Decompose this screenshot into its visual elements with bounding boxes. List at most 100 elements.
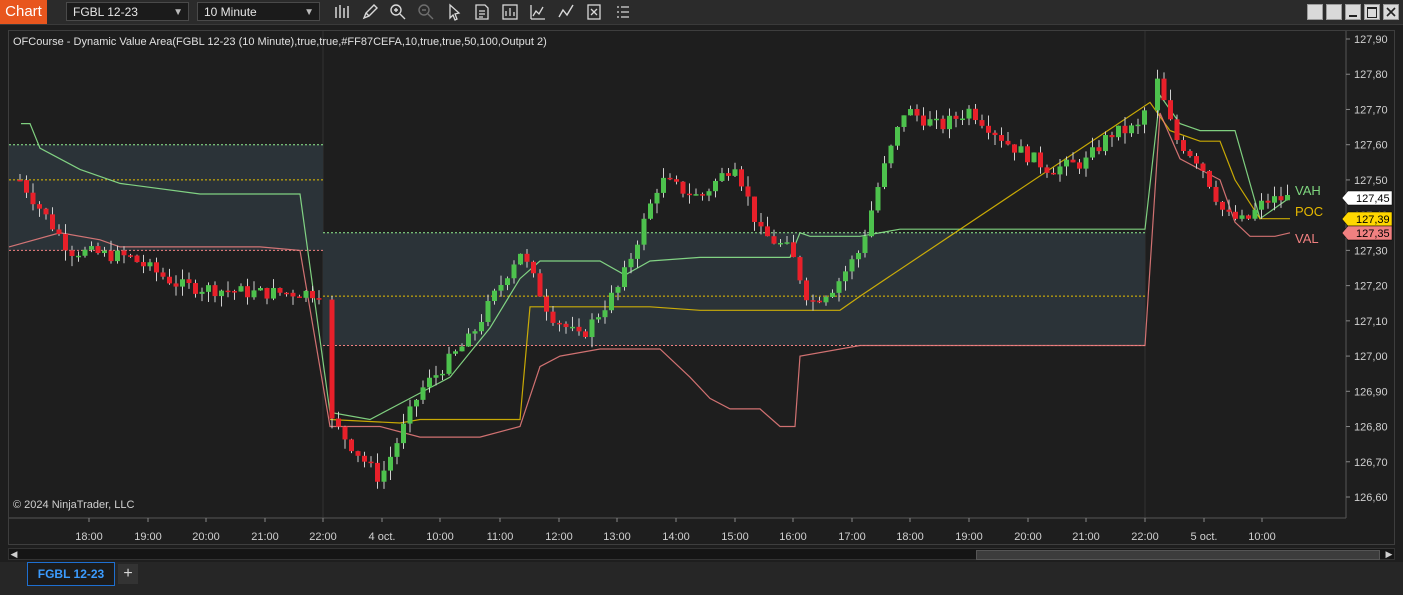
candle-body: [778, 242, 783, 245]
indicator-label: OFCourse - Dynamic Value Area(FGBL 12-23…: [13, 36, 547, 48]
x-tick-label: 10:00: [426, 531, 454, 543]
value-area-zone: [9, 144, 323, 251]
candle-body: [1083, 157, 1089, 169]
candle-body: [739, 169, 744, 187]
candle-body: [1077, 162, 1082, 169]
add-tab-button[interactable]: +: [118, 564, 138, 584]
candle-body: [453, 351, 458, 354]
candle-body: [1025, 146, 1030, 163]
x-tick-label: 5 oct.: [1191, 531, 1218, 543]
candle-body: [1116, 125, 1121, 138]
candle-body: [992, 132, 998, 136]
price-badge-text: 127,45: [1356, 193, 1390, 205]
scroll-right-icon[interactable]: ▶: [1384, 549, 1394, 559]
candle-body: [108, 250, 114, 262]
candle-body: [953, 115, 959, 119]
x-tick-label: 19:00: [134, 531, 162, 543]
y-tick-label: 127,50: [1354, 175, 1388, 187]
candle-body: [1285, 194, 1290, 201]
candle-body: [284, 292, 289, 295]
candle-body: [654, 192, 660, 204]
candle-body: [160, 272, 166, 277]
candle-body: [180, 279, 185, 287]
candle-body: [849, 259, 855, 272]
candle-body: [622, 267, 627, 288]
candle-body: [875, 187, 881, 211]
candle-body: [667, 177, 673, 180]
candle-body: [1155, 78, 1160, 111]
scroll-left-icon[interactable]: ◀: [9, 549, 19, 559]
candle-body: [1265, 200, 1271, 203]
candle-body: [303, 290, 309, 298]
candle-body: [1096, 147, 1102, 152]
candle-body: [700, 194, 705, 196]
candle-body: [251, 290, 257, 298]
candle-body: [661, 177, 666, 193]
candle-body: [596, 317, 601, 320]
candle-body: [206, 285, 211, 292]
candle-body: [1109, 135, 1115, 138]
candle-body: [1103, 135, 1108, 152]
candle-body: [901, 115, 907, 127]
candle-body: [758, 221, 764, 227]
line-label-vah: VAH: [1295, 183, 1321, 198]
candle-body: [95, 246, 101, 254]
candle-body: [394, 443, 400, 457]
candle-body: [1031, 152, 1037, 163]
y-tick-label: 127,70: [1354, 104, 1388, 116]
y-tick-label: 127,60: [1354, 140, 1388, 152]
candle-body: [882, 163, 887, 188]
scrollbar-thumb[interactable]: [976, 550, 1380, 560]
horizontal-scrollbar[interactable]: ◀ ▶: [8, 548, 1395, 560]
candle-body: [128, 255, 133, 257]
candle-body: [349, 439, 354, 452]
candle-body: [1233, 211, 1238, 219]
candle-body: [388, 456, 393, 471]
candle-body: [186, 279, 192, 284]
x-tick-label: 18:00: [75, 531, 103, 543]
candle-body: [1200, 163, 1206, 171]
candle-body: [609, 292, 614, 311]
candle-body: [693, 194, 699, 196]
candle-body: [193, 283, 198, 294]
x-tick-label: 15:00: [721, 531, 749, 543]
candle-body: [1044, 167, 1050, 173]
candle-body: [459, 346, 465, 352]
candle-body: [1122, 125, 1128, 134]
candle-body: [375, 462, 380, 482]
candle-body: [440, 373, 445, 376]
candle-body: [927, 119, 933, 126]
price-chart[interactable]: 127,90127,80127,70127,60127,50127,40127,…: [0, 0, 1403, 562]
candle-body: [706, 191, 712, 196]
candle-body: [979, 120, 985, 126]
candle-body: [1278, 196, 1284, 201]
y-tick-label: 127,00: [1354, 351, 1388, 363]
candle-body: [784, 242, 790, 244]
candle-body: [485, 301, 491, 322]
y-tick-label: 127,90: [1354, 34, 1388, 46]
x-tick-label: 21:00: [1072, 531, 1100, 543]
candle-body: [914, 109, 920, 116]
price-badge-text: 127,39: [1356, 214, 1390, 226]
x-tick-label: 4 oct.: [369, 531, 396, 543]
candle-body: [368, 461, 374, 464]
candle-body: [89, 246, 94, 250]
candle-body: [719, 173, 725, 181]
candle-body: [277, 288, 283, 293]
candle-body: [511, 264, 517, 279]
candle-body: [830, 292, 835, 297]
x-tick-label: 10:00: [1248, 531, 1276, 543]
candle-body: [648, 203, 653, 219]
candle-body: [940, 118, 946, 130]
candle-body: [550, 311, 556, 323]
candle-body: [531, 261, 536, 274]
candle-body: [43, 208, 49, 215]
candle-body: [921, 115, 926, 126]
candle-body: [563, 323, 569, 328]
candle-body: [1012, 144, 1017, 153]
candle-body: [17, 179, 23, 182]
candle-body: [1129, 125, 1134, 134]
candle-body: [446, 353, 452, 374]
candle-body: [1135, 124, 1141, 127]
tab-fgbl-12-23[interactable]: FGBL 12-23: [27, 562, 115, 586]
